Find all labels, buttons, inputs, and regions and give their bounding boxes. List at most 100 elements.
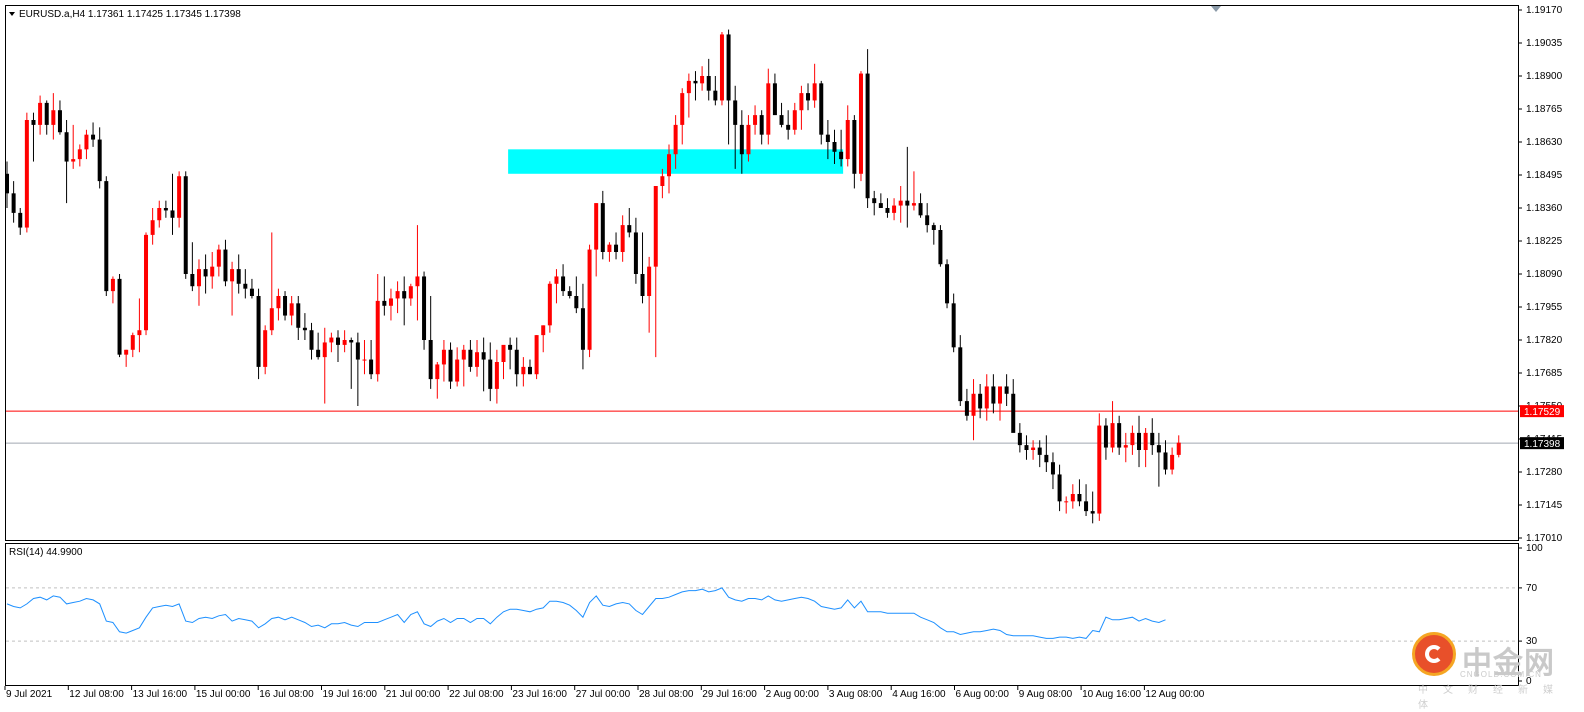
candle-body — [1150, 432, 1155, 446]
candle-body — [1137, 432, 1142, 450]
candle-body — [395, 291, 400, 299]
candle-body — [892, 205, 897, 213]
price-tick-label: 1.17820 — [1526, 335, 1563, 346]
candle-body — [415, 276, 420, 287]
price-tick-label: 1.18225 — [1526, 236, 1563, 247]
time-tick-label: 15 Jul 00:00 — [196, 689, 251, 700]
rsi-panel-frame — [5, 543, 1519, 686]
time-tick-label: 12 Aug 00:00 — [1145, 689, 1204, 700]
candle-body — [428, 340, 433, 380]
rsi-tick-label: 70 — [1526, 583, 1538, 594]
candle-body — [951, 303, 956, 348]
candle-body — [5, 173, 9, 194]
time-tick-label: 22 Jul 08:00 — [449, 689, 504, 700]
time-tick-label: 27 Jul 00:00 — [576, 689, 631, 700]
candle-body — [647, 266, 652, 296]
candle-body — [693, 80, 698, 84]
price-tick-label: 1.18630 — [1526, 137, 1563, 148]
candle-body — [640, 274, 645, 296]
candle-body — [514, 349, 519, 375]
candle-body — [1110, 423, 1115, 448]
candle-body — [819, 83, 824, 135]
candle-body — [746, 124, 751, 155]
candle-body — [170, 210, 175, 218]
candle-body — [1017, 432, 1022, 446]
candle-body — [1057, 474, 1062, 502]
candle-body — [216, 249, 221, 267]
time-tick-label: 9 Aug 08:00 — [1019, 689, 1073, 700]
candle-body — [733, 100, 738, 125]
candle-body — [1097, 425, 1102, 514]
candle-body — [561, 276, 566, 292]
candle-body — [1011, 393, 1016, 433]
candle-body — [772, 83, 777, 116]
candle-body — [660, 176, 665, 186]
candle-body — [918, 203, 923, 216]
candle-body — [580, 308, 585, 350]
candle-body — [18, 212, 23, 228]
candle-body — [1090, 511, 1095, 514]
candle-body — [1004, 386, 1009, 394]
candle-body — [64, 132, 69, 162]
candle-body — [163, 208, 168, 211]
candle-body — [435, 364, 440, 380]
candle-body — [1103, 425, 1108, 448]
candle-body — [686, 80, 691, 94]
candle-body — [508, 344, 513, 350]
candle-body — [858, 73, 863, 174]
candle-body — [614, 244, 619, 252]
candle-body — [38, 102, 43, 125]
candle-body — [978, 393, 983, 409]
candle-body — [938, 230, 943, 265]
time-tick-label: 10 Aug 16:00 — [1082, 689, 1141, 700]
price-tick-label: 1.17955 — [1526, 302, 1563, 313]
metatrader-chart[interactable]: 1.19170 1.19035 1.18900 1.18765 1.18630 1.184… — [0, 0, 1584, 712]
candle-body — [984, 386, 989, 409]
candle-body — [991, 386, 996, 404]
price-tick-label: 1.19170 — [1526, 5, 1563, 16]
candle-body — [567, 291, 572, 296]
candle-body — [494, 362, 499, 389]
candle-body — [825, 134, 830, 142]
candle-body — [719, 34, 724, 101]
candle-body — [388, 298, 393, 306]
candle-body — [653, 186, 658, 267]
candle-body — [1044, 454, 1049, 463]
candle-body — [51, 110, 56, 125]
candle-body — [706, 76, 711, 91]
candle-body — [726, 34, 731, 101]
candle-body — [316, 349, 321, 358]
candle-body — [607, 244, 612, 252]
candle-body — [283, 296, 288, 316]
candle-body — [144, 234, 149, 331]
candle-body — [71, 159, 76, 162]
time-tick-label: 6 Aug 00:00 — [956, 689, 1010, 700]
price-tick-label: 1.19035 — [1526, 38, 1563, 49]
candle-body — [620, 225, 625, 252]
candle-body — [329, 337, 334, 343]
candle-body — [276, 296, 281, 309]
time-tick-label: 4 Aug 16:00 — [892, 689, 946, 700]
candle-body — [1077, 494, 1082, 502]
candle-body — [441, 349, 446, 365]
candle-body — [872, 198, 877, 204]
candle-body — [1050, 462, 1055, 475]
time-axis: 9 Jul 2021 12 Jul 08:00 13 Jul 16:00 15 Jul… — [4, 686, 1205, 700]
candle-body — [137, 330, 142, 336]
price-tick-label: 1.17280 — [1526, 467, 1563, 478]
rsi-tick-label: 100 — [1526, 543, 1543, 554]
candle-body — [958, 347, 963, 402]
candle-body — [587, 249, 592, 350]
candle-body — [1031, 447, 1036, 450]
candle-body — [594, 203, 599, 250]
candle-body — [296, 303, 301, 328]
candle-body — [190, 274, 195, 287]
candle-body — [461, 349, 466, 360]
candle-body — [1117, 423, 1122, 448]
candle-body — [971, 393, 976, 416]
candle-body — [408, 286, 413, 299]
price-tick-label: 1.17685 — [1526, 368, 1563, 379]
candle-body — [911, 203, 916, 206]
candle-body — [104, 181, 109, 292]
candle-body — [97, 139, 102, 182]
